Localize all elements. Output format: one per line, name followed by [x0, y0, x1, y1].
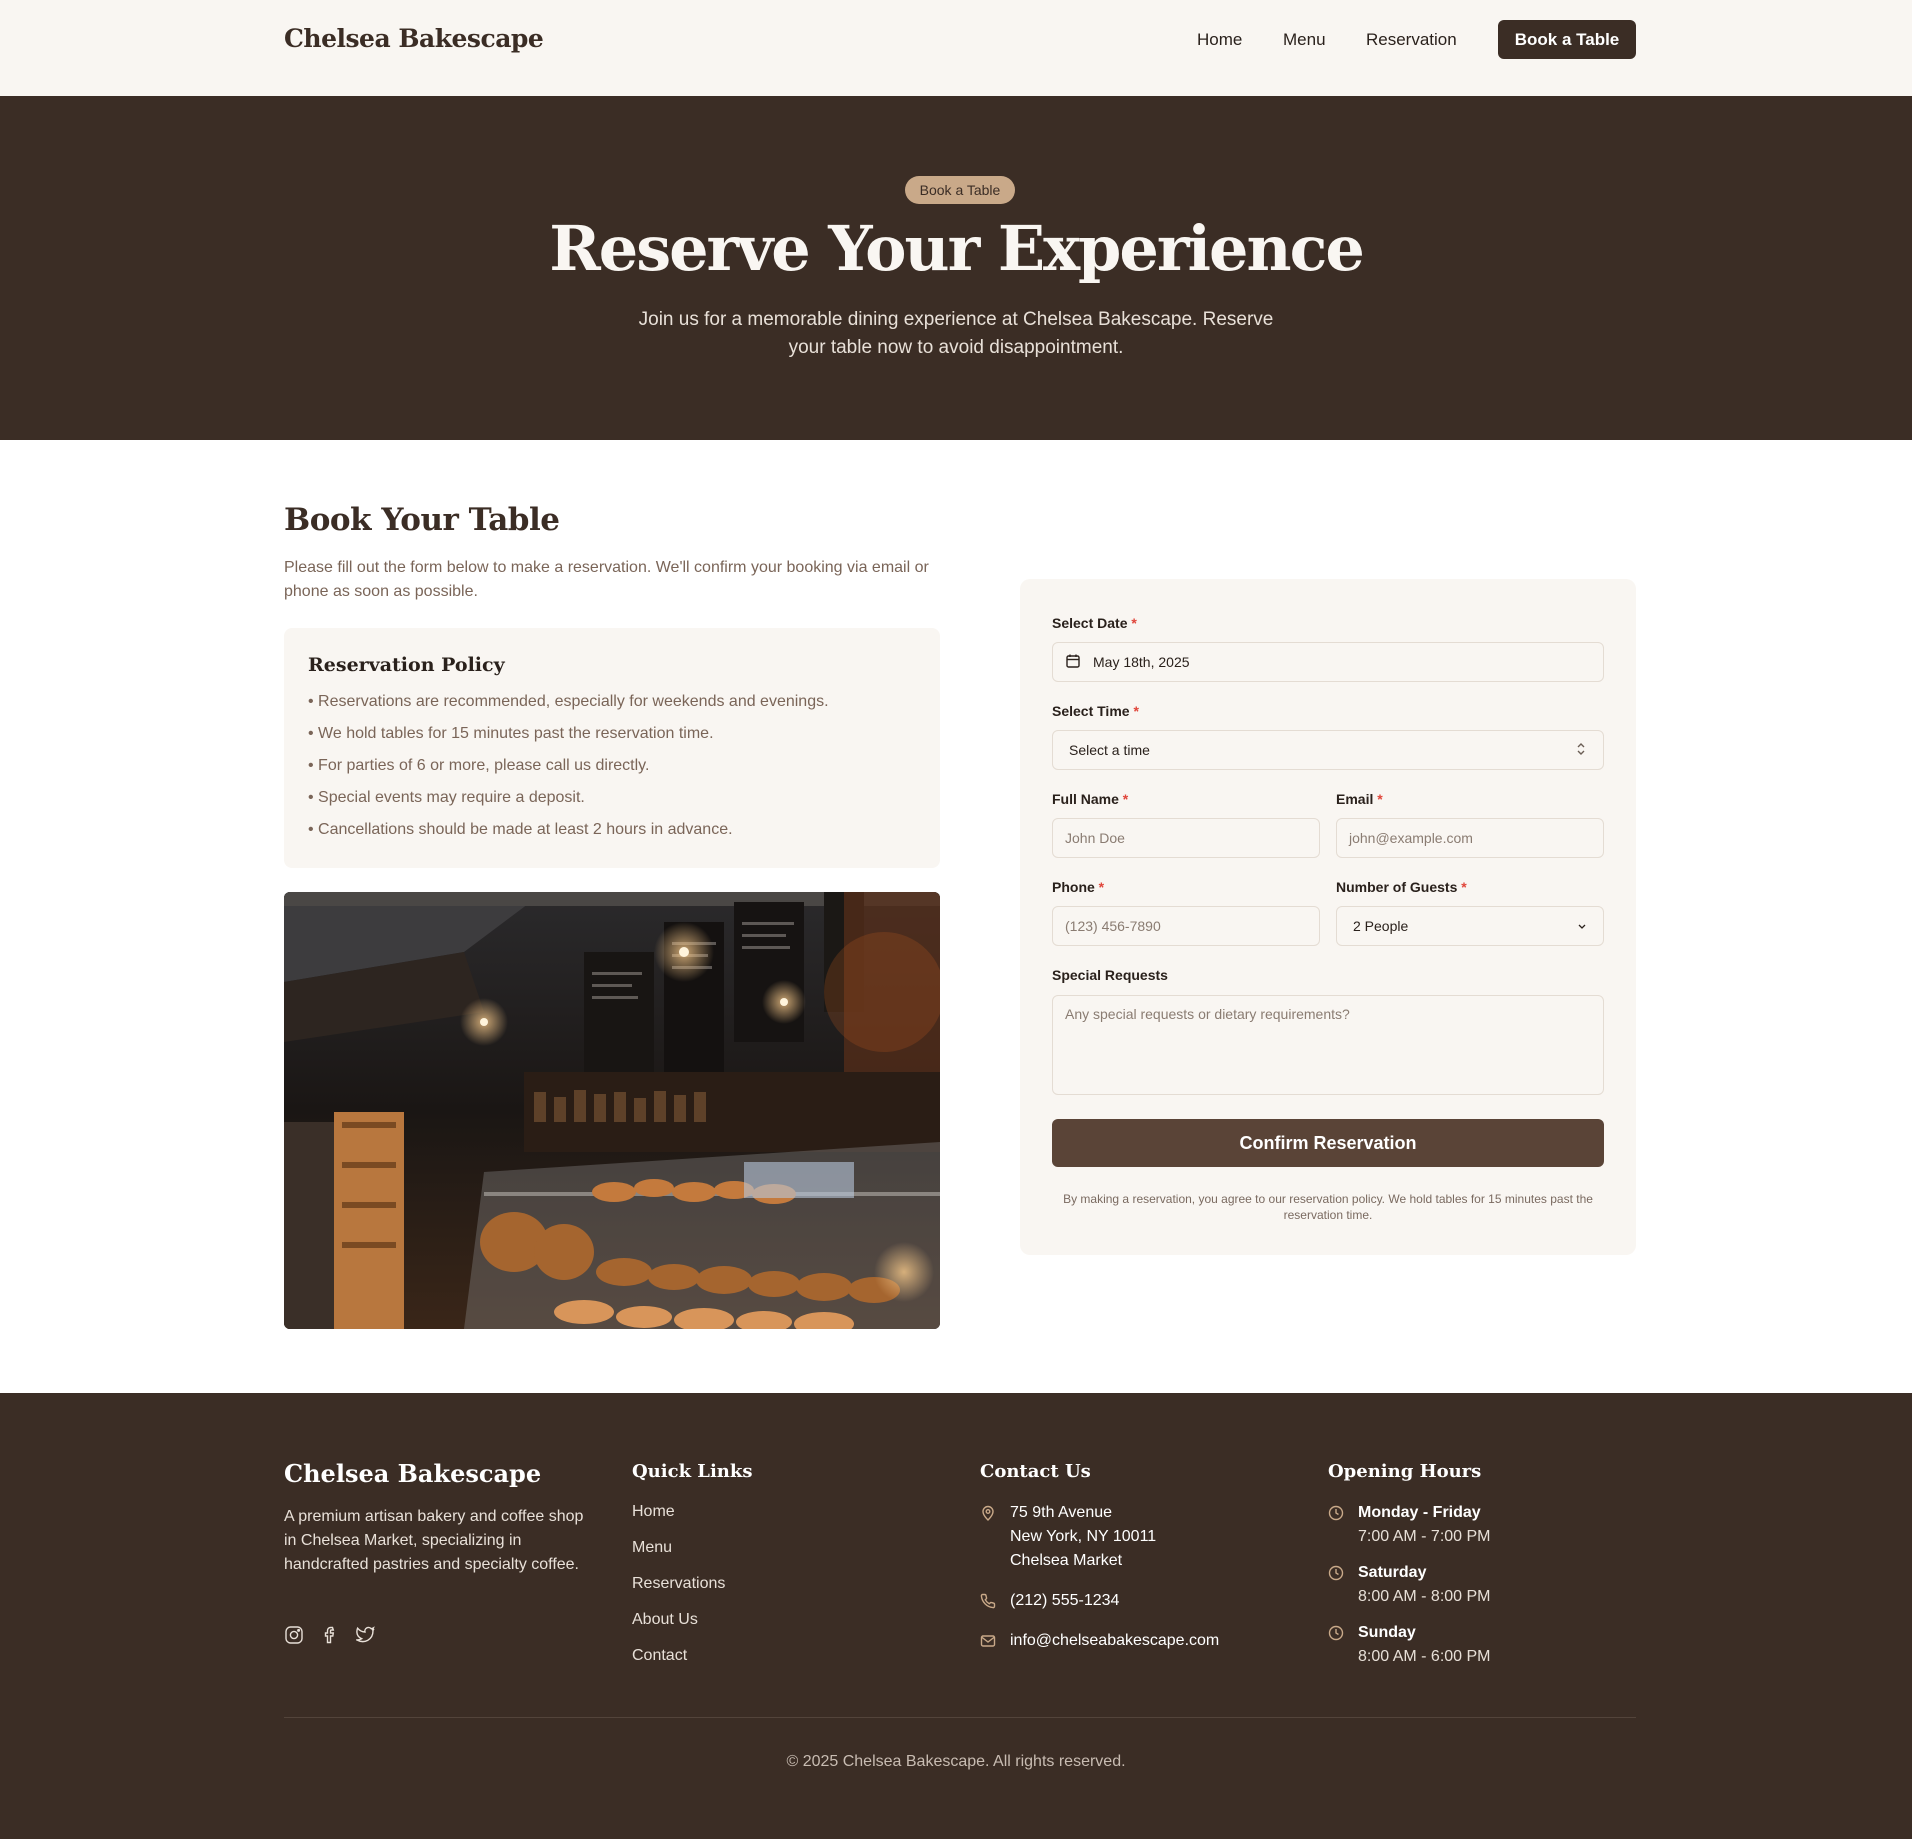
address-line: New York, NY 10011 — [1010, 1528, 1157, 1545]
full-name-input[interactable]: John Doe — [1052, 818, 1320, 858]
reservation-policy-card: Reservation Policy • Reservations are re… — [284, 628, 940, 868]
contact-email: info@chelseabakescape.com — [980, 1629, 1219, 1657]
quick-links-list: Home Menu Reservations About Us Contact — [632, 1503, 725, 1683]
facebook-icon[interactable] — [320, 1625, 340, 1650]
phone-label: Phone * — [1052, 879, 1105, 895]
hero-title: Reserve Your Experience — [549, 212, 1365, 285]
calendar-icon — [1065, 653, 1081, 672]
phone-number[interactable]: (212) 555-1234 — [1010, 1589, 1119, 1617]
guests-select-value: 2 People — [1353, 918, 1409, 934]
full-name-label: Full Name * — [1052, 791, 1129, 807]
section-description: Please fill out the form below to make a… — [284, 559, 929, 600]
footer-link-contact[interactable]: Contact — [632, 1647, 725, 1683]
footer-divider — [284, 1717, 1636, 1718]
guests-select[interactable]: 2 People — [1336, 906, 1604, 946]
hero-badge: Book a Table — [905, 176, 1015, 204]
twitter-icon[interactable] — [354, 1625, 376, 1650]
special-requests-textarea[interactable]: Any special requests or dietary requirem… — [1052, 995, 1604, 1095]
date-value: May 18th, 2025 — [1093, 654, 1190, 670]
policy-item: • Reservations are recommended, especial… — [308, 693, 829, 710]
nav-menu[interactable]: Menu — [1283, 30, 1326, 50]
hours-time: 8:00 AM - 8:00 PM — [1358, 1588, 1491, 1605]
guests-label: Number of Guests * — [1336, 879, 1467, 895]
hero-subtitle: Join us for a memorable dining experienc… — [638, 309, 1274, 358]
policy-item: • We hold tables for 15 minutes past the… — [308, 725, 714, 742]
top-navbar: Chelsea Bakescape Home Menu Reservation … — [0, 0, 1912, 96]
opening-hours-title: Opening Hours — [1328, 1461, 1482, 1482]
contact-phone: (212) 555-1234 — [980, 1589, 1119, 1617]
address-line: Chelsea Market — [1010, 1552, 1123, 1569]
footer-link-menu[interactable]: Menu — [632, 1539, 725, 1575]
footer-brand: Chelsea Bakescape — [284, 1459, 542, 1488]
time-label: Select Time * — [1052, 703, 1139, 719]
hours-day: Sunday — [1358, 1624, 1416, 1641]
footer-link-reservations[interactable]: Reservations — [632, 1575, 725, 1611]
quick-links-title: Quick Links — [632, 1461, 753, 1482]
reservation-fine-print: By making a reservation, you agree to ou… — [1063, 1192, 1593, 1222]
book-table-button[interactable]: Book a Table — [1498, 20, 1636, 59]
map-pin-icon — [980, 1505, 996, 1573]
date-picker[interactable]: May 18th, 2025 — [1052, 642, 1604, 682]
instagram-icon[interactable] — [284, 1625, 304, 1650]
contact-address: 75 9th Avenue New York, NY 10011 Chelsea… — [980, 1501, 1156, 1573]
contact-title: Contact Us — [980, 1461, 1091, 1482]
policy-list: • Reservations are recommended, especial… — [308, 692, 829, 852]
clock-icon — [1328, 1505, 1344, 1549]
hours-saturday: Saturday 8:00 AM - 8:00 PM — [1328, 1561, 1491, 1609]
clock-icon — [1328, 1625, 1344, 1669]
reservation-form: Select Date * May 18th, 2025 Select Time… — [1020, 579, 1636, 1255]
email-label: Email * — [1336, 791, 1383, 807]
email-address[interactable]: info@chelseabakescape.com — [1010, 1629, 1219, 1657]
mail-icon — [980, 1633, 996, 1657]
hours-weekdays: Monday - Friday 7:00 AM - 7:00 PM — [1328, 1501, 1491, 1549]
site-footer: Chelsea Bakescape A premium artisan bake… — [0, 1393, 1912, 1839]
chevron-up-down-icon — [1575, 742, 1587, 759]
nav-home[interactable]: Home — [1197, 30, 1242, 50]
footer-link-about[interactable]: About Us — [632, 1611, 725, 1647]
policy-item: • Cancellations should be made at least … — [308, 821, 733, 838]
time-select-value: Select a time — [1069, 742, 1150, 758]
time-select[interactable]: Select a time — [1052, 730, 1604, 770]
policy-item: • Special events may require a deposit. — [308, 789, 585, 806]
footer-link-home[interactable]: Home — [632, 1503, 725, 1539]
hours-time: 8:00 AM - 6:00 PM — [1358, 1648, 1491, 1665]
hours-day: Monday - Friday — [1358, 1504, 1481, 1521]
social-links — [284, 1625, 376, 1650]
hours-day: Saturday — [1358, 1564, 1427, 1581]
policy-title: Reservation Policy — [308, 654, 505, 676]
phone-input[interactable]: (123) 456-7890 — [1052, 906, 1320, 946]
bakery-interior-photo — [284, 892, 940, 1329]
footer-about: A premium artisan bakery and coffee shop… — [284, 1508, 584, 1573]
email-input[interactable]: john@example.com — [1336, 818, 1604, 858]
copyright: © 2025 Chelsea Bakescape. All rights res… — [786, 1753, 1126, 1770]
brand-logo[interactable]: Chelsea Bakescape — [284, 24, 544, 53]
nav-reservation[interactable]: Reservation — [1366, 30, 1457, 50]
hours-sunday: Sunday 8:00 AM - 6:00 PM — [1328, 1621, 1491, 1669]
policy-item: • For parties of 6 or more, please call … — [308, 757, 650, 774]
hours-time: 7:00 AM - 7:00 PM — [1358, 1528, 1491, 1545]
chevron-down-icon — [1577, 918, 1587, 934]
date-label: Select Date * — [1052, 615, 1137, 631]
section-title: Book Your Table — [284, 502, 560, 538]
clock-icon — [1328, 1565, 1344, 1609]
confirm-reservation-button[interactable]: Confirm Reservation — [1052, 1119, 1604, 1167]
address-line: 75 9th Avenue — [1010, 1504, 1113, 1521]
bakery-photo-illustration — [284, 892, 940, 1329]
phone-icon — [980, 1593, 996, 1617]
special-requests-label: Special Requests — [1052, 967, 1168, 983]
